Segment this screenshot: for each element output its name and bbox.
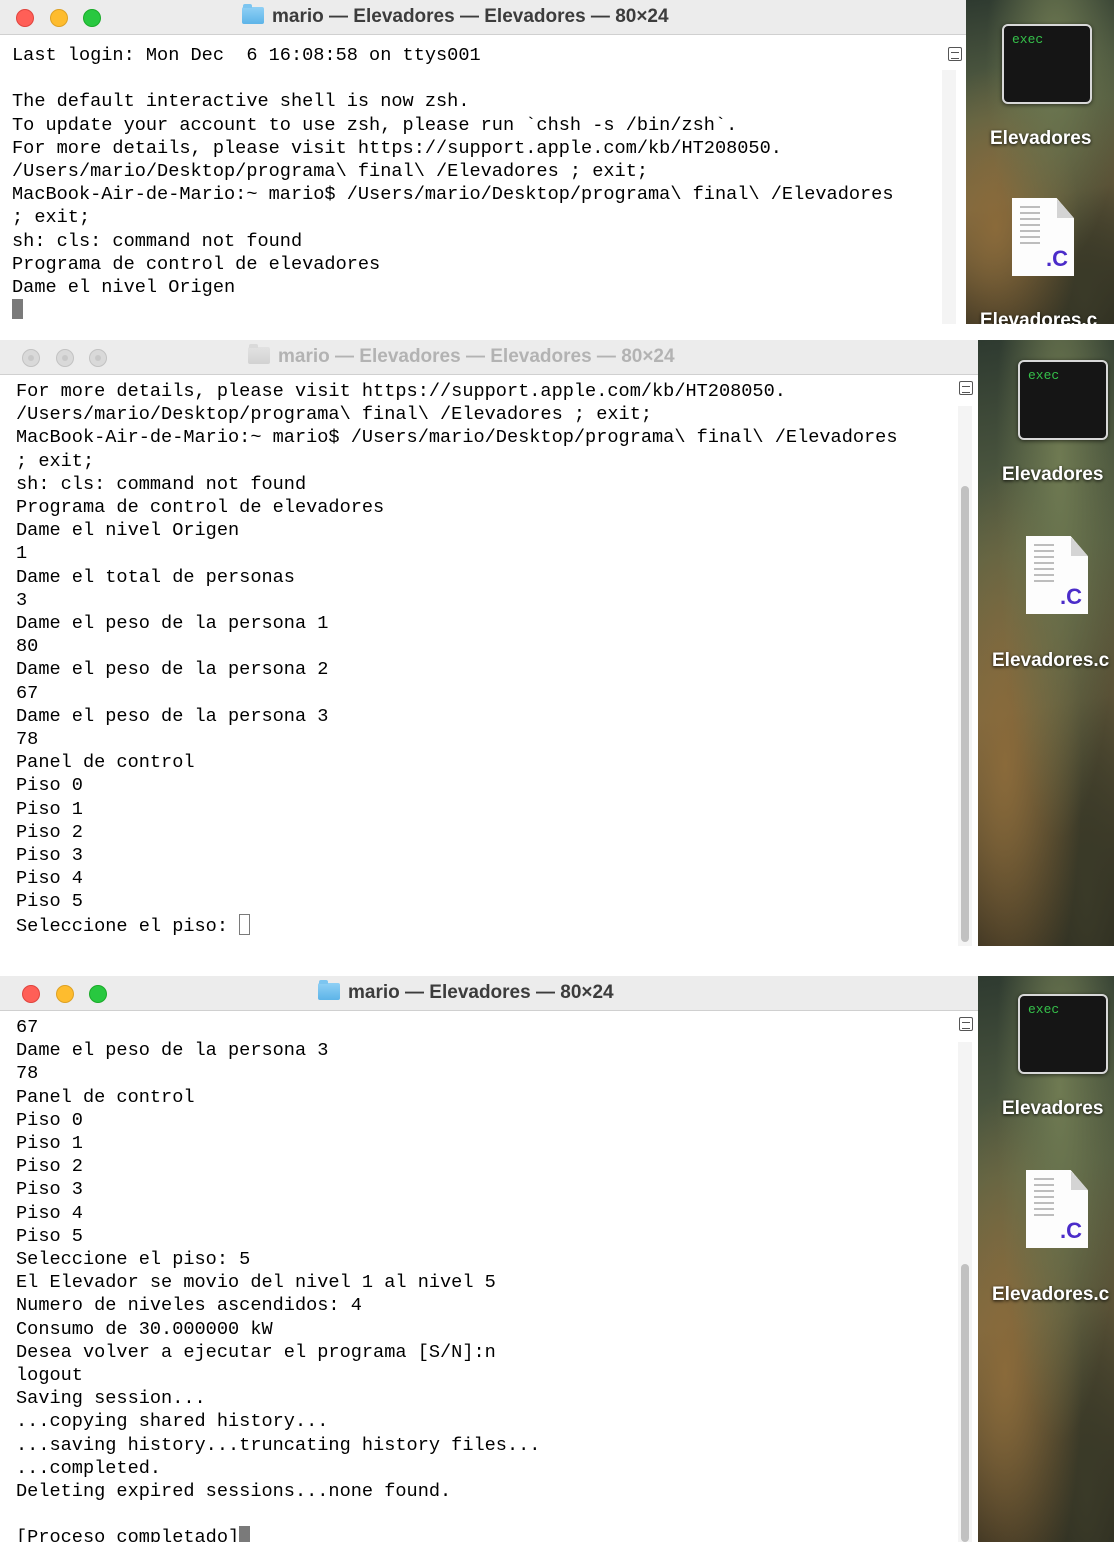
- toolbar-toggle-icon[interactable]: [948, 47, 962, 61]
- desktop-background: exec Elevadores .C Elevadores.c: [978, 340, 1114, 946]
- zoom-button[interactable]: [89, 985, 107, 1003]
- page-lines: [1020, 206, 1040, 246]
- page-lines: [1034, 1178, 1054, 1218]
- c-file-icon[interactable]: .C: [1026, 536, 1088, 614]
- close-button[interactable]: [22, 985, 40, 1003]
- terminal-window: mario — Elevadores — Elevadores — 80×24 …: [0, 340, 978, 946]
- page-lines: [1034, 544, 1054, 584]
- exec-file-icon[interactable]: exec: [1018, 360, 1108, 440]
- title-bar[interactable]: mario — Elevadores — Elevadores — 80×24: [0, 0, 966, 35]
- exec-label: exec: [1028, 368, 1060, 383]
- scrollbar[interactable]: [942, 70, 956, 324]
- c-extension-label: .C: [1046, 246, 1068, 271]
- toolbar-toggle-icon[interactable]: [959, 381, 973, 395]
- desktop-label-elevadores[interactable]: Elevadores: [1002, 1098, 1103, 1120]
- c-file-icon[interactable]: .C: [1012, 198, 1074, 276]
- folder-icon: [248, 344, 270, 364]
- desktop-label-elevadores[interactable]: Elevadores: [990, 128, 1091, 150]
- window-title: mario — Elevadores — Elevadores — 80×24: [248, 344, 675, 368]
- separator: [0, 324, 1114, 340]
- desktop-label-c-file[interactable]: Elevadores.c: [992, 1284, 1109, 1306]
- scrollbar-thumb[interactable]: [961, 1264, 969, 1542]
- window-title-text: mario — Elevadores — 80×24: [348, 982, 614, 1003]
- desktop-label-c-file[interactable]: Elevadores.c: [992, 650, 1109, 672]
- minimize-button[interactable]: [50, 9, 68, 27]
- scrollbar[interactable]: [958, 1042, 972, 1542]
- title-bar[interactable]: mario — Elevadores — 80×24: [0, 976, 978, 1011]
- zoom-button[interactable]: [83, 9, 101, 27]
- desktop-background: exec Elevadores .C Elevadores.c: [978, 976, 1114, 1542]
- page-fold: [1070, 536, 1088, 557]
- folder-icon: [318, 980, 340, 1000]
- window-title: mario — Elevadores — 80×24: [318, 980, 614, 1004]
- text-cursor: [12, 299, 23, 320]
- terminal-text: For more details, please visit https://s…: [16, 381, 898, 937]
- zoom-button[interactable]: [89, 349, 107, 367]
- minimize-button[interactable]: [56, 985, 74, 1003]
- window-title: mario — Elevadores — Elevadores — 80×24: [242, 4, 669, 28]
- terminal-output[interactable]: 67 Dame el peso de la persona 3 78 Panel…: [16, 1016, 540, 1542]
- close-button[interactable]: [16, 9, 34, 27]
- text-cursor: [239, 913, 251, 935]
- exec-file-icon[interactable]: exec: [1018, 994, 1108, 1074]
- text-cursor: [239, 1526, 251, 1542]
- exec-label: exec: [1028, 1002, 1060, 1017]
- scrollbar-thumb[interactable]: [961, 486, 969, 942]
- terminal-output[interactable]: Last login: Mon Dec 6 16:08:58 on ttys00…: [12, 44, 894, 322]
- c-extension-label: .C: [1060, 1218, 1082, 1243]
- screenshot-2: exec Elevadores .C Elevadores.c mario — …: [0, 340, 1114, 946]
- exec-file-icon[interactable]: exec: [1002, 24, 1092, 104]
- page-fold: [1056, 198, 1074, 219]
- terminal-output[interactable]: For more details, please visit https://s…: [16, 380, 898, 938]
- screenshot-1: exec Elevadores .C Elevadores.c mario — …: [0, 0, 1114, 324]
- c-extension-label: .C: [1060, 584, 1082, 609]
- exec-label: exec: [1012, 32, 1044, 47]
- close-button[interactable]: [22, 349, 40, 367]
- window-title-text: mario — Elevadores — Elevadores — 80×24: [278, 346, 675, 367]
- desktop-label-elevadores[interactable]: Elevadores: [1002, 464, 1103, 486]
- separator: [0, 946, 1114, 976]
- desktop-background: exec Elevadores .C Elevadores.c: [966, 0, 1114, 324]
- terminal-window: mario — Elevadores — Elevadores — 80×24 …: [0, 0, 966, 324]
- scrollbar[interactable]: [958, 406, 972, 946]
- terminal-text: 67 Dame el peso de la persona 3 78 Panel…: [16, 1017, 541, 1542]
- toolbar-toggle-icon[interactable]: [959, 1017, 973, 1031]
- screenshot-3: exec Elevadores .C Elevadores.c mario — …: [0, 976, 1114, 1542]
- window-title-text: mario — Elevadores — Elevadores — 80×24: [272, 6, 669, 27]
- title-bar[interactable]: mario — Elevadores — Elevadores — 80×24: [0, 340, 978, 375]
- terminal-text: Last login: Mon Dec 6 16:08:58 on ttys00…: [12, 45, 894, 299]
- minimize-button[interactable]: [56, 349, 74, 367]
- c-file-icon[interactable]: .C: [1026, 1170, 1088, 1248]
- folder-icon: [242, 4, 264, 24]
- terminal-window: mario — Elevadores — 80×24 67 Dame el pe…: [0, 976, 978, 1542]
- desktop-label-c-file[interactable]: Elevadores.c: [980, 310, 1097, 324]
- page-fold: [1070, 1170, 1088, 1191]
